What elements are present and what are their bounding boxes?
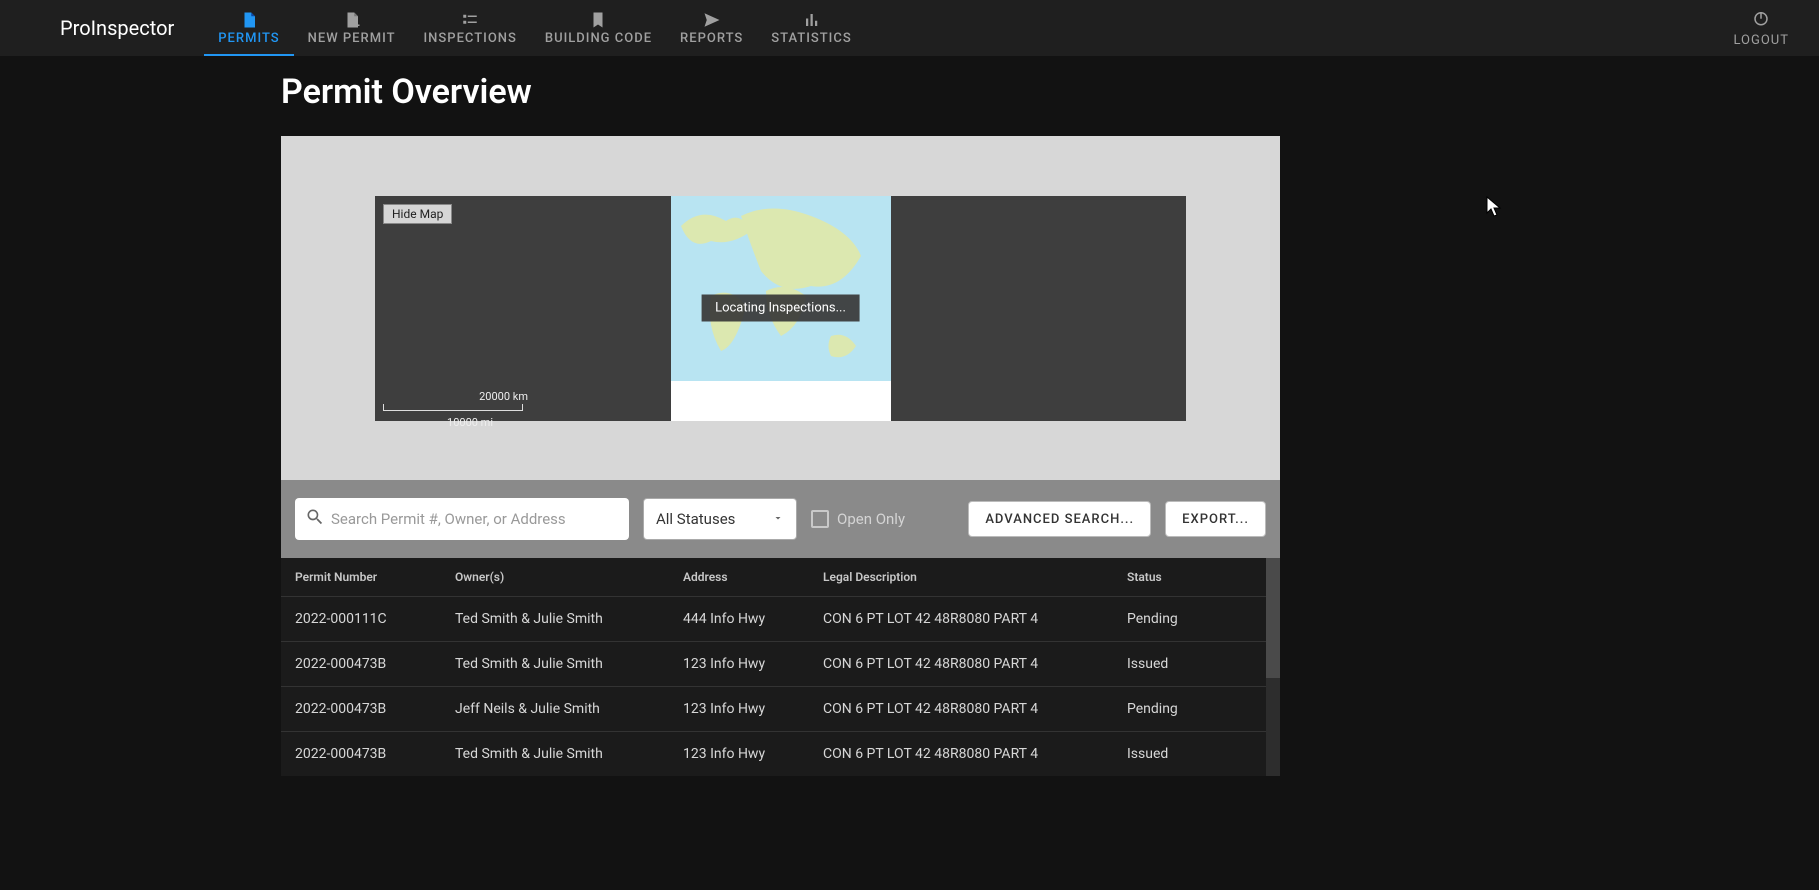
cell-owners: Ted Smith & Julie Smith <box>455 611 683 627</box>
cell-permit-number: 2022-000473B <box>295 746 455 762</box>
cell-owners: Ted Smith & Julie Smith <box>455 746 683 762</box>
tab-new-permit[interactable]: NEW PERMIT <box>294 0 410 56</box>
tab-label: INSPECTIONS <box>424 31 517 46</box>
col-permit-number[interactable]: Permit Number <box>295 570 455 584</box>
table-row[interactable]: 2022-000473B Jeff Neils & Julie Smith 12… <box>281 686 1266 731</box>
logout-button[interactable]: LOGOUT <box>1723 0 1799 56</box>
send-icon <box>703 11 721 29</box>
table-row[interactable]: 2022-000473B Ted Smith & Julie Smith 123… <box>281 641 1266 686</box>
search-icon <box>305 507 331 531</box>
tab-reports[interactable]: REPORTS <box>666 0 757 56</box>
topbar: ProInspector PERMITS NEW PERMIT INSPECTI… <box>0 0 1819 56</box>
cell-permit-number: 2022-000111C <box>295 611 455 627</box>
cell-status: Pending <box>1127 701 1247 717</box>
document-plus-icon <box>343 11 361 29</box>
checkbox-box-icon <box>811 510 829 528</box>
table-row[interactable]: 2022-000111C Ted Smith & Julie Smith 444… <box>281 596 1266 641</box>
search-input[interactable] <box>331 510 619 528</box>
table-row[interactable]: 2022-000473B Ted Smith & Julie Smith 123… <box>281 731 1266 776</box>
cell-address: 123 Info Hwy <box>683 746 823 762</box>
cell-legal: CON 6 PT LOT 42 48R8080 PART 4 <box>823 656 1127 672</box>
map-canvas[interactable]: Hide Map Locating Inspections... 20000 k… <box>375 196 1186 421</box>
power-icon <box>1752 9 1770 33</box>
col-legal[interactable]: Legal Description <box>823 570 1127 584</box>
hide-map-button[interactable]: Hide Map <box>383 204 452 224</box>
map-loading-status: Locating Inspections... <box>701 295 860 322</box>
tab-label: REPORTS <box>680 31 743 46</box>
cell-status: Pending <box>1127 611 1247 627</box>
main-content: Permit Overview Hide Map Locating Inspec <box>0 56 1819 776</box>
logout-label: LOGOUT <box>1733 33 1789 48</box>
table-scrollbar[interactable] <box>1266 558 1280 776</box>
cell-address: 123 Info Hwy <box>683 701 823 717</box>
tab-statistics[interactable]: STATISTICS <box>757 0 865 56</box>
cell-owners: Ted Smith & Julie Smith <box>455 656 683 672</box>
bookmark-icon <box>589 11 607 29</box>
tab-label: BUILDING CODE <box>545 31 652 46</box>
table-header-row: Permit Number Owner(s) Address Legal Des… <box>281 558 1266 596</box>
nav-tabs: PERMITS NEW PERMIT INSPECTIONS BUILDING … <box>204 0 865 56</box>
status-select[interactable]: All Statuses <box>643 498 797 540</box>
cell-legal: CON 6 PT LOT 42 48R8080 PART 4 <box>823 611 1127 627</box>
open-only-label: Open Only <box>837 510 905 528</box>
cell-permit-number: 2022-000473B <box>295 656 455 672</box>
tab-building-code[interactable]: BUILDING CODE <box>531 0 666 56</box>
col-status[interactable]: Status <box>1127 570 1247 584</box>
cell-permit-number: 2022-000473B <box>295 701 455 717</box>
open-only-checkbox[interactable]: Open Only <box>811 510 905 528</box>
cell-address: 123 Info Hwy <box>683 656 823 672</box>
tab-inspections[interactable]: INSPECTIONS <box>410 0 531 56</box>
scale-mi: 10000 mi <box>447 416 493 429</box>
document-icon <box>240 11 258 29</box>
export-button[interactable]: EXPORT... <box>1165 501 1266 537</box>
filter-bar: All Statuses Open Only ADVANCED SEARCH..… <box>281 480 1280 558</box>
status-select-value: All Statuses <box>656 510 735 528</box>
scale-km: 20000 km <box>479 390 528 403</box>
tab-label: STATISTICS <box>771 31 851 46</box>
cell-address: 444 Info Hwy <box>683 611 823 627</box>
bar-chart-icon <box>803 11 821 29</box>
col-address[interactable]: Address <box>683 570 823 584</box>
map-scale: 20000 km 10000 mi <box>383 404 523 411</box>
map-panel: Hide Map Locating Inspections... 20000 k… <box>281 136 1280 480</box>
col-owners[interactable]: Owner(s) <box>455 570 683 584</box>
cell-status: Issued <box>1127 746 1247 762</box>
tab-label: NEW PERMIT <box>308 31 396 46</box>
cell-status: Issued <box>1127 656 1247 672</box>
permits-table: Permit Number Owner(s) Address Legal Des… <box>281 558 1280 776</box>
chevron-down-icon <box>772 510 784 528</box>
cell-legal: CON 6 PT LOT 42 48R8080 PART 4 <box>823 746 1127 762</box>
checklist-icon <box>461 11 479 29</box>
advanced-search-button[interactable]: ADVANCED SEARCH... <box>968 501 1151 537</box>
page-title: Permit Overview <box>281 72 1280 112</box>
scrollbar-thumb[interactable] <box>1266 558 1280 678</box>
tab-permits[interactable]: PERMITS <box>204 0 293 56</box>
cell-owners: Jeff Neils & Julie Smith <box>455 701 683 717</box>
brand: ProInspector <box>60 0 204 56</box>
cell-legal: CON 6 PT LOT 42 48R8080 PART 4 <box>823 701 1127 717</box>
search-field[interactable] <box>295 498 629 540</box>
tab-label: PERMITS <box>218 31 279 46</box>
